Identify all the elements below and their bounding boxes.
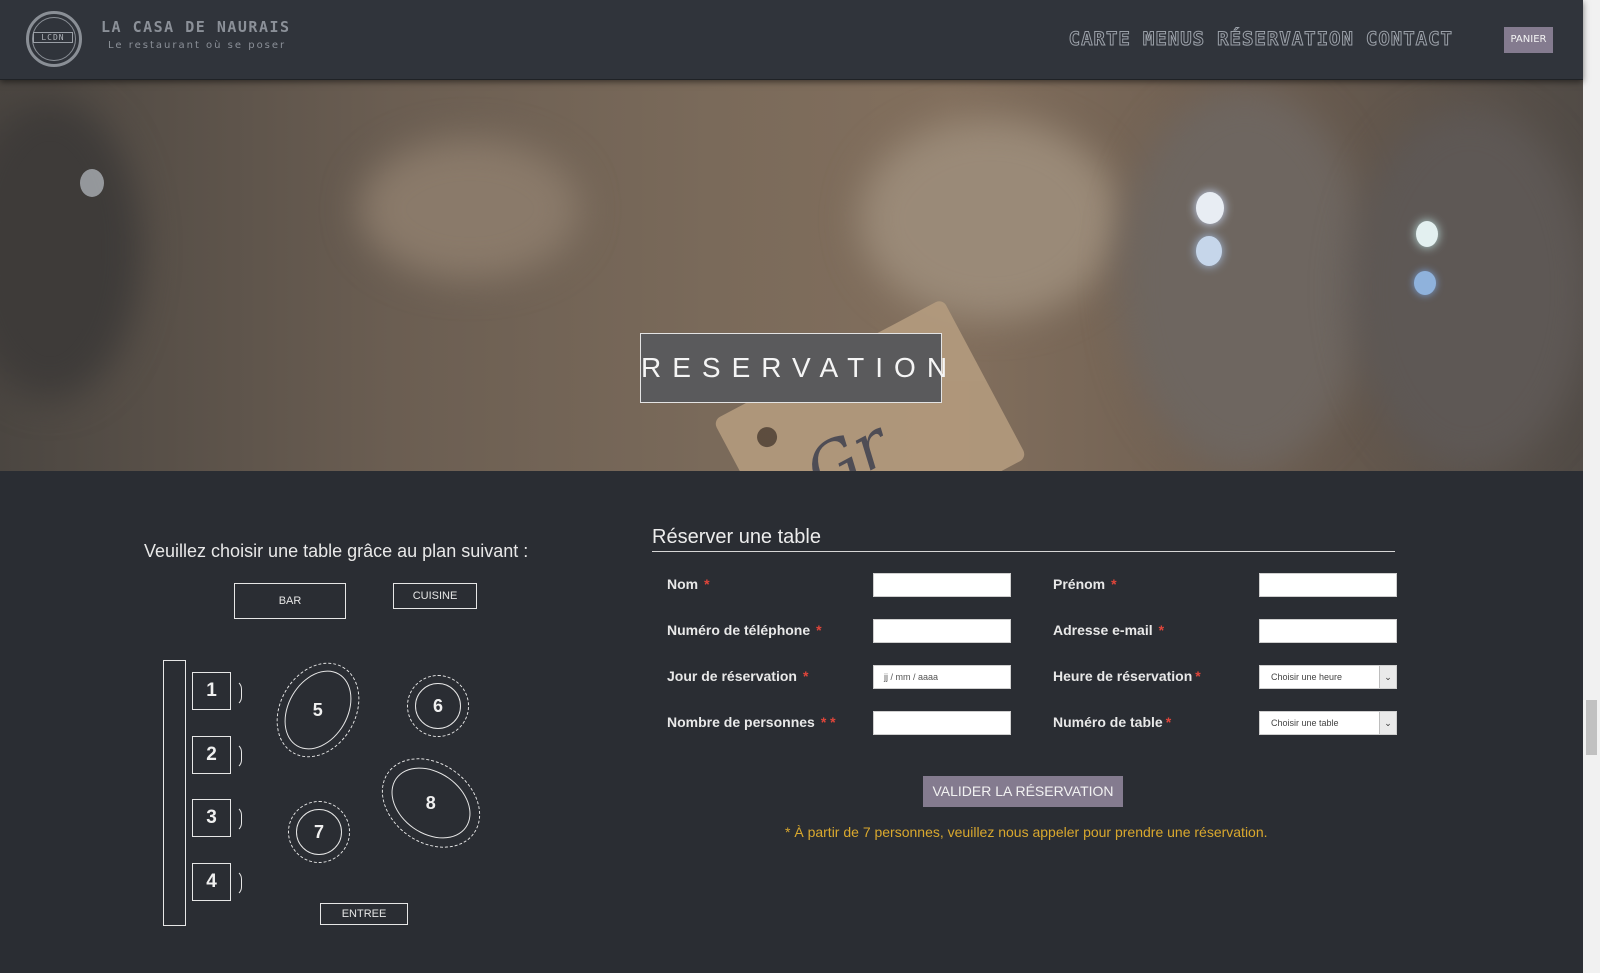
table-6[interactable]: 6 [415,683,461,729]
personnes-input[interactable] [873,711,1011,735]
date-input[interactable]: jj / mm / aaaa [873,665,1011,689]
required-mark: * [1158,622,1165,638]
label-nom-text: Nom [667,576,699,592]
chevron-down-icon[interactable]: ⌄ [1379,666,1396,688]
label-telephone: Numéro de téléphone * [667,622,822,638]
nav-menus[interactable]: MENUS [1142,28,1205,51]
required-mark: * [802,668,809,684]
table-1[interactable]: 1 [192,672,231,710]
label-heure-text: Heure de réservation [1053,668,1193,684]
plan-title: Veuillez choisir une table grâce au plan… [144,541,529,561]
heure-select[interactable]: Choisir une heure ⌄ [1259,665,1397,689]
bokeh-light [1196,192,1224,224]
label-personnes: Nombre de personnes * * [667,714,836,730]
tag-script-text: Gr [794,407,902,471]
hero-title: RESERVATION [641,352,959,383]
bokeh-light [1196,236,1222,266]
label-prenom: Prénom * [1053,576,1117,592]
email-input[interactable] [1259,619,1397,643]
label-nom: Nom * [667,576,710,592]
submit-reservation-button[interactable]: VALIDER LA RÉSERVATION [923,776,1123,807]
heure-select-value: Choisir une heure [1271,672,1343,682]
chair [233,743,242,769]
brand-title[interactable]: LA CASA DE NAURAIS [101,18,291,36]
prenom-input[interactable] [1259,573,1397,597]
group-booking-note: * À partir de 7 personnes, veuillez nous… [785,824,1268,840]
nom-input[interactable] [873,573,1011,597]
hero-title-box: RESERVATION [640,333,959,403]
chair [233,870,242,896]
brand-tagline: Le restaurant où se poser [108,40,287,51]
nav-reservation[interactable]: RÉSERVATION [1217,28,1354,51]
form-divider [652,551,1395,552]
table-4[interactable]: 4 [192,863,231,901]
logo-monogram: LCDN [33,32,73,43]
entrance-area: ENTREE [320,903,408,925]
hero-blur-shape [360,139,580,279]
table-3[interactable]: 3 [192,799,231,837]
bokeh-light [80,169,104,197]
table-7[interactable]: 7 [296,809,342,855]
tag-hole [753,423,781,451]
label-email-text: Adresse e-mail [1053,622,1153,638]
nav-contact[interactable]: CONTACT [1365,28,1453,51]
nav-carte[interactable]: CARTE [1068,28,1131,51]
chair [233,680,242,706]
table-8-number: 8 [425,792,437,813]
label-table-text: Numéro de table [1053,714,1163,730]
kitchen-area: CUISINE [393,583,477,609]
bokeh-light [1416,221,1438,247]
site-header: LCDN LA CASA DE NAURAIS Le restaurant où… [0,0,1583,80]
label-telephone-text: Numéro de téléphone [667,622,811,638]
required-mark: * [1111,576,1117,592]
required-mark: * [816,622,822,638]
table-2[interactable]: 2 [192,736,231,774]
label-jour-text: Jour de réservation [667,668,797,684]
logo[interactable]: LCDN [26,11,82,67]
chevron-down-icon[interactable]: ⌄ [1379,712,1396,734]
hero-blur-shape [1350,109,1583,469]
hero-blur-shape [1120,89,1370,469]
form-title: Réserver une table [652,526,821,548]
hero-blur-shape [860,119,1120,319]
bar-area: BAR [234,583,346,619]
bokeh-light [1414,271,1436,295]
required-mark: * [1195,668,1201,684]
label-email: Adresse e-mail * [1053,622,1164,638]
page-scrollbar[interactable] [1583,0,1600,973]
telephone-input[interactable] [873,619,1011,643]
table-select[interactable]: Choisir une table ⌄ [1259,711,1397,735]
scrollbar-thumb[interactable] [1586,700,1597,755]
main-nav: CARTE MENUS RÉSERVATION CONTACT [1068,28,1453,51]
bench [163,660,186,926]
chair [233,806,242,832]
label-jour: Jour de réservation * [667,668,808,684]
required-mark: * [1165,714,1172,730]
table-5-number: 5 [312,699,324,720]
required-mark: * [704,576,710,592]
hero-banner: Gr RESERVATION [0,79,1583,471]
required-mark: * * [820,714,836,730]
label-prenom-text: Prénom [1053,576,1106,592]
label-personnes-text: Nombre de personnes [667,714,815,730]
label-table: Numéro de table * [1053,714,1171,730]
hero-blur-shape [0,99,140,399]
cart-button[interactable]: PANIER [1504,27,1553,53]
label-heure: Heure de réservation * [1053,668,1201,684]
table-select-value: Choisir une table [1271,718,1339,728]
